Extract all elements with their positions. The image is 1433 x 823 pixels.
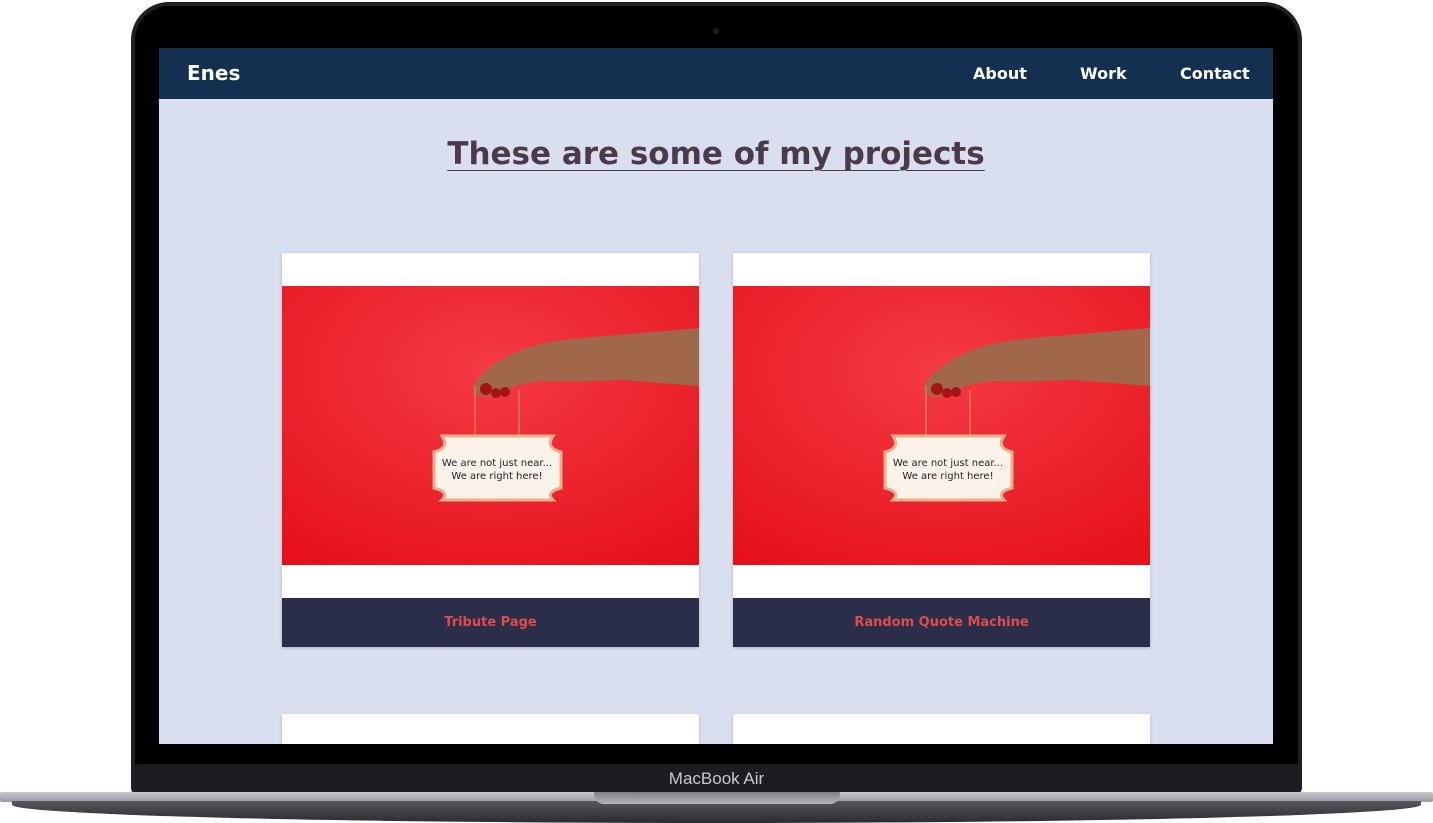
- page-heading: These are some of my projects: [447, 136, 985, 172]
- project-thumbnail: We are not just near... We are right her…: [282, 286, 699, 565]
- project-card-tribute[interactable]: We are not just near... We are right her…: [282, 253, 699, 647]
- device-label: MacBook Air: [668, 769, 765, 788]
- navbar: Enes About Work Contact: [159, 48, 1273, 99]
- sign-line-2: We are right here!: [451, 471, 542, 482]
- camera-icon: [713, 28, 719, 34]
- nav-link-work[interactable]: Work: [1080, 48, 1127, 99]
- project-card-4[interactable]: [733, 714, 1150, 744]
- laptop-hinge-notch: [594, 792, 840, 804]
- brand-logo[interactable]: Enes: [187, 48, 240, 99]
- nav-link-about[interactable]: About: [973, 48, 1027, 99]
- project-title[interactable]: Random Quote Machine: [733, 598, 1150, 647]
- sign-line-2: We are right here!: [902, 471, 993, 482]
- project-card-random-quote[interactable]: We are not just near... We are right her…: [733, 253, 1150, 647]
- project-thumbnail: We are not just near... We are right her…: [733, 286, 1150, 565]
- sign-line-1: We are not just near...: [442, 458, 552, 469]
- project-title[interactable]: Tribute Page: [282, 598, 699, 647]
- project-card-3[interactable]: [282, 714, 699, 744]
- page-heading-wrap: These are some of my projects: [159, 136, 1273, 172]
- laptop-base: [0, 792, 1433, 823]
- laptop-base-bottom: [12, 801, 1421, 823]
- sign-line-1: We are not just near...: [893, 458, 1003, 469]
- browser-viewport[interactable]: Enes About Work Contact These are some o…: [159, 48, 1273, 744]
- nav-link-contact[interactable]: Contact: [1180, 48, 1250, 99]
